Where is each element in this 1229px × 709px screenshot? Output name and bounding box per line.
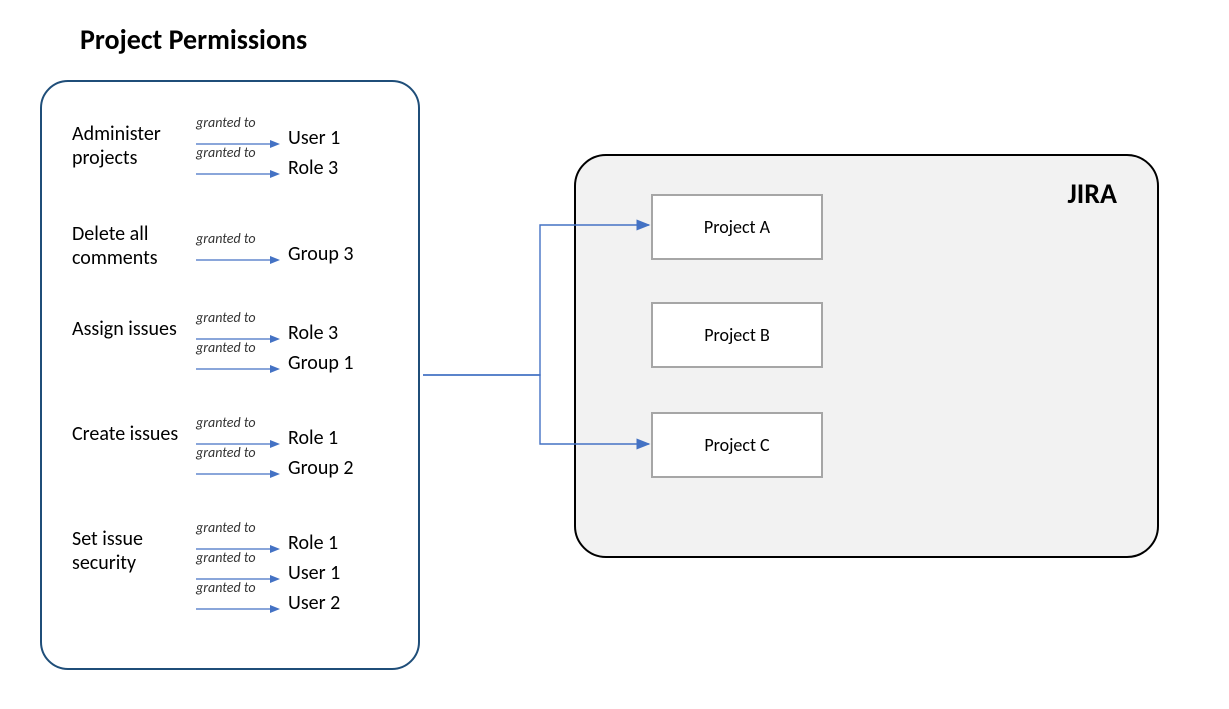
grantee: Role 3 bbox=[288, 323, 338, 343]
grant-label: granted to bbox=[196, 309, 256, 326]
permissions-panel: Administer projects granted to User 1 gr… bbox=[40, 80, 420, 670]
grant-label: granted to bbox=[196, 444, 256, 461]
grantee: User 1 bbox=[288, 128, 340, 148]
permission-row: Set issue security granted to Role 1 gra… bbox=[72, 527, 402, 613]
grant: granted to Role 3 bbox=[196, 152, 340, 178]
diagram-title: Project Permissions bbox=[80, 22, 307, 57]
grant-list: granted to Role 1 granted to User 1 gran… bbox=[196, 527, 340, 613]
grant-list: granted to Role 1 granted to Group 2 bbox=[196, 422, 354, 478]
arrow-icon bbox=[196, 365, 280, 373]
permission-row: Delete all comments granted to Group 3 bbox=[72, 222, 402, 270]
grant-arrow: granted to bbox=[196, 151, 280, 178]
grantee: Group 3 bbox=[288, 244, 354, 264]
grant-label: granted to bbox=[196, 114, 256, 131]
project-label: Project A bbox=[704, 216, 770, 238]
grant: granted to Group 3 bbox=[196, 238, 354, 264]
permission-name: Create issues bbox=[72, 422, 192, 446]
arrow-icon bbox=[196, 470, 280, 478]
project-box: Project C bbox=[651, 412, 823, 478]
jira-label: JIRA bbox=[1068, 176, 1117, 211]
project-box: Project B bbox=[651, 302, 823, 368]
permission-row: Create issues granted to Role 1 granted … bbox=[72, 422, 402, 478]
project-box: Project A bbox=[651, 194, 823, 260]
grant: granted to User 2 bbox=[196, 587, 340, 613]
grant-list: granted to User 1 granted to Role 3 bbox=[196, 122, 340, 178]
permission-name: Administer projects bbox=[72, 122, 192, 170]
grantee: Role 1 bbox=[288, 533, 338, 553]
grantee: Role 1 bbox=[288, 428, 338, 448]
arrow-icon bbox=[196, 170, 280, 178]
grant-label: granted to bbox=[196, 144, 256, 161]
grant-label: granted to bbox=[196, 339, 256, 356]
arrow-icon bbox=[196, 605, 280, 613]
grantee: User 2 bbox=[288, 593, 340, 613]
grant-label: granted to bbox=[196, 519, 256, 536]
grant-arrow: granted to bbox=[196, 237, 280, 264]
grant-list: granted to Role 3 granted to Group 1 bbox=[196, 317, 354, 373]
permission-name: Set issue security bbox=[72, 527, 192, 575]
permission-name: Delete all comments bbox=[72, 222, 192, 270]
grantee: Group 2 bbox=[288, 458, 354, 478]
permission-row: Assign issues granted to Role 3 granted … bbox=[72, 317, 402, 373]
grantee: Role 3 bbox=[288, 158, 338, 178]
project-label: Project B bbox=[704, 324, 770, 346]
permission-row: Administer projects granted to User 1 gr… bbox=[72, 122, 402, 178]
grant-list: granted to Group 3 bbox=[196, 238, 354, 264]
jira-panel: JIRA Project A Project B Project C bbox=[574, 154, 1159, 558]
grantee: Group 1 bbox=[288, 353, 354, 373]
project-label: Project C bbox=[704, 434, 769, 456]
grant: granted to Group 2 bbox=[196, 452, 354, 478]
grant-label: granted to bbox=[196, 579, 256, 596]
grant: granted to Group 1 bbox=[196, 347, 354, 373]
arrow-icon bbox=[196, 256, 280, 264]
grant-arrow: granted to bbox=[196, 451, 280, 478]
grantee: User 1 bbox=[288, 563, 340, 583]
grant-arrow: granted to bbox=[196, 346, 280, 373]
grant-label: granted to bbox=[196, 414, 256, 431]
grant-label: granted to bbox=[196, 549, 256, 566]
grant-label: granted to bbox=[196, 230, 256, 247]
grant-arrow: granted to bbox=[196, 586, 280, 613]
permission-name: Assign issues bbox=[72, 317, 192, 341]
